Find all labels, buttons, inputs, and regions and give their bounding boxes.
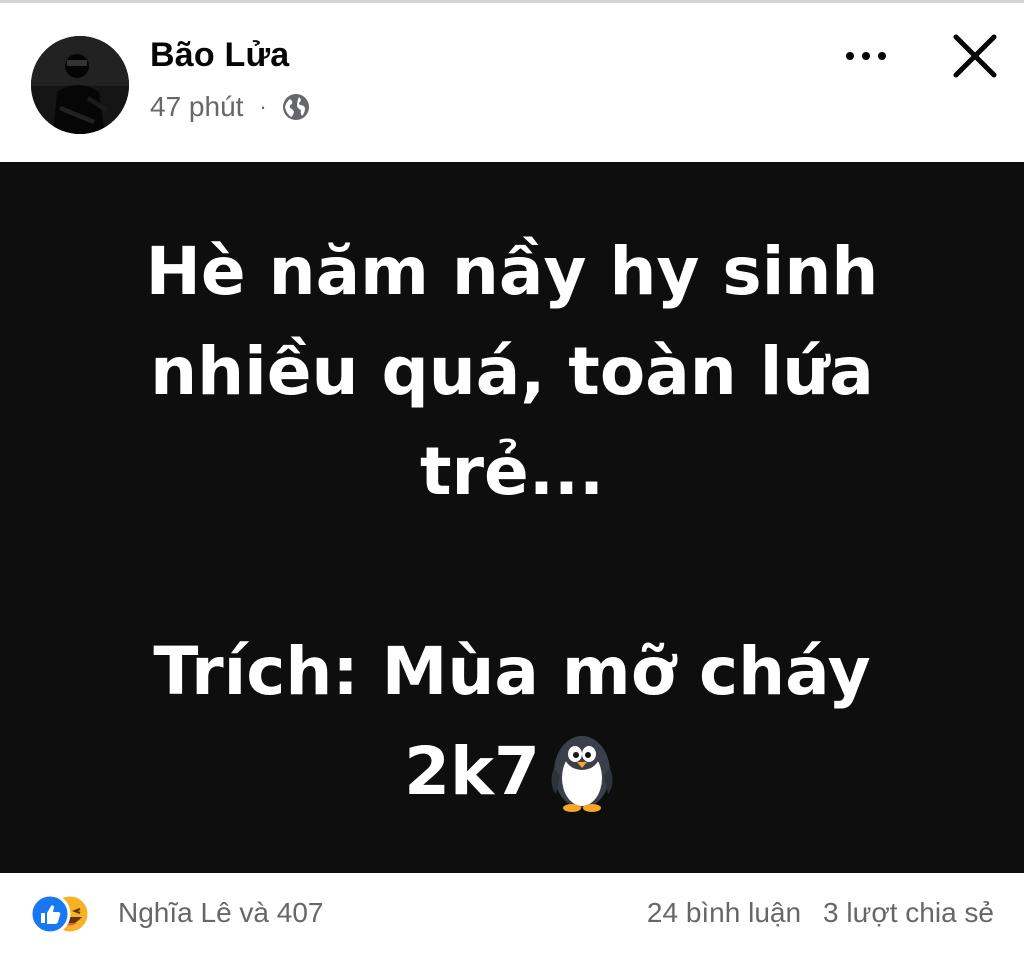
avatar-silhouette-icon [31,36,129,134]
comments-count[interactable]: 24 bình luận [647,897,801,929]
post-card: Bão Lửa 47 phút · Hè năm nầy hy sinh nhi… [0,0,1024,958]
more-dot [862,52,870,60]
more-dot [878,52,886,60]
author-name[interactable]: Bão Lửa [150,36,289,75]
more-options-button[interactable] [836,33,896,79]
post-text-line: 2k7 [404,733,540,810]
avatar[interactable] [31,36,129,134]
close-icon[interactable] [948,29,1002,83]
globe-icon [281,92,311,122]
post-time[interactable]: 47 phút [150,91,243,123]
engagement-counts: 24 bình luận 3 lượt chia sẻ [647,897,994,929]
post-text-line: nhiều quá, toàn lứa [150,333,874,410]
post-text-line: Hè năm nầy hy sinh [145,233,879,310]
post-text: Hè năm nầy hy sinh nhiều quá, toàn lứa t… [80,222,944,840]
reactors-summary[interactable]: Nghĩa Lê và 407 [118,897,324,929]
shares-count[interactable]: 3 lượt chia sẻ [823,897,994,929]
post-header: Bão Lửa 47 phút · [0,3,1024,162]
post-text-last-line: 2k7 [80,722,944,840]
post-footer: Nghĩa Lê và 407 24 bình luận 3 lượt chia… [0,873,1024,958]
post-content[interactable]: Hè năm nầy hy sinh nhiều quá, toàn lứa t… [0,162,1024,873]
post-meta: 47 phút · [150,91,311,123]
reaction-icons[interactable] [29,893,112,935]
meta-separator: · [259,94,267,119]
post-text-line: trẻ... [419,433,605,510]
more-dot [846,52,854,60]
post-text-line: Trích: Mùa mỡ cháy [153,633,871,710]
penguin-icon [544,728,620,840]
